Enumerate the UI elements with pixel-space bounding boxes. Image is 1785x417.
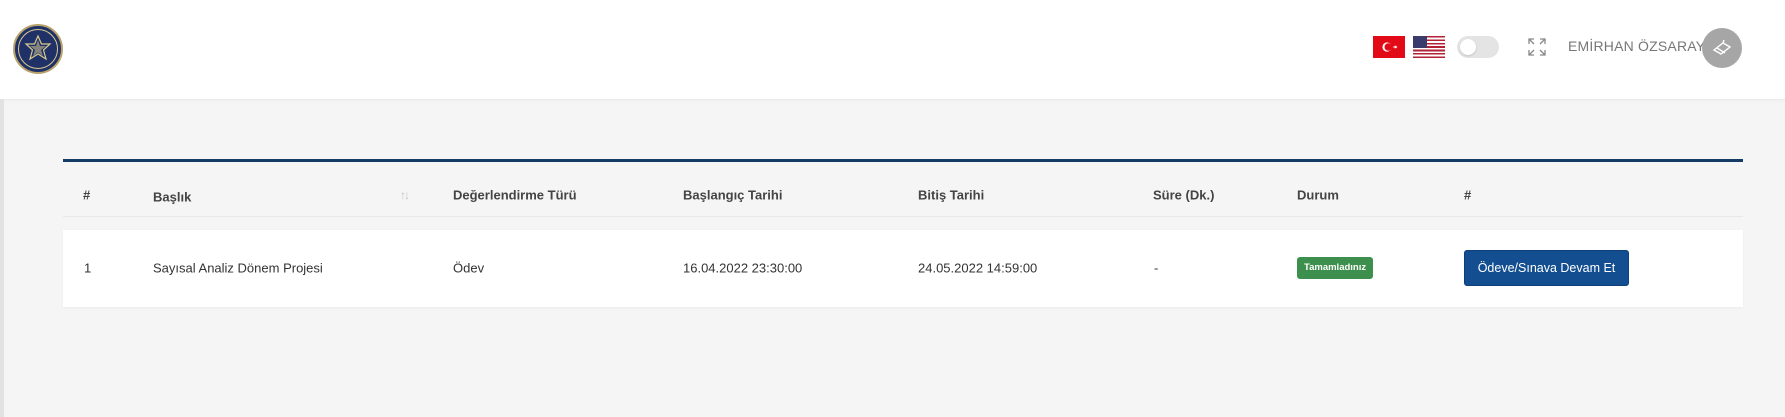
us-flag-icon[interactable]: [1413, 36, 1445, 58]
cell-type: Ödev: [453, 260, 485, 276]
user-name[interactable]: EMİRHAN ÖZSARAY: [1568, 38, 1705, 58]
column-header-index: #: [83, 187, 91, 203]
table-row: 1 Sayısal Analiz Dönem Projesi Ödev 16.0…: [63, 230, 1743, 307]
continue-assignment-button[interactable]: Ödeve/Sınava Devam Et: [1464, 250, 1629, 286]
sort-icon[interactable]: ↑↓: [400, 188, 410, 202]
column-header-action: #: [1464, 187, 1472, 203]
column-header-status[interactable]: Durum: [1297, 188, 1339, 203]
top-navbar: EMİRHAN ÖZSARAY: [0, 0, 1785, 99]
column-header-duration[interactable]: Süre (Dk.): [1153, 188, 1214, 203]
column-header-type[interactable]: Değerlendirme Türü: [453, 188, 577, 203]
flag-canton: [1413, 36, 1427, 48]
seal-icon: [18, 29, 58, 69]
table-header: # Başlık ↑↓ Değerlendirme Türü Başlangıç…: [63, 162, 1743, 217]
status-badge: Tamamladınız: [1297, 257, 1374, 279]
toggle-knob: [1460, 39, 1476, 55]
university-logo[interactable]: [13, 24, 63, 74]
cell-start: 16.04.2022 23:30:00: [683, 260, 803, 276]
theme-toggle[interactable]: [1457, 36, 1499, 58]
cell-end: 24.05.2022 14:59:00: [918, 260, 1038, 276]
expand-icon[interactable]: [1527, 37, 1547, 57]
cell-duration: -: [1154, 260, 1159, 276]
column-header-title[interactable]: Başlık: [153, 190, 191, 205]
turkish-flag-icon[interactable]: [1373, 36, 1405, 58]
user-avatar-icon[interactable]: [1702, 28, 1742, 68]
column-header-end[interactable]: Bitiş Tarihi: [918, 188, 984, 203]
column-header-start[interactable]: Başlangıç Tarihi: [683, 188, 782, 203]
sidebar-edge: [0, 99, 4, 417]
cell-index: 1: [84, 260, 92, 276]
cell-title: Sayısal Analiz Dönem Projesi: [153, 260, 323, 276]
assignments-table: # Başlık ↑↓ Değerlendirme Türü Başlangıç…: [63, 159, 1743, 308]
